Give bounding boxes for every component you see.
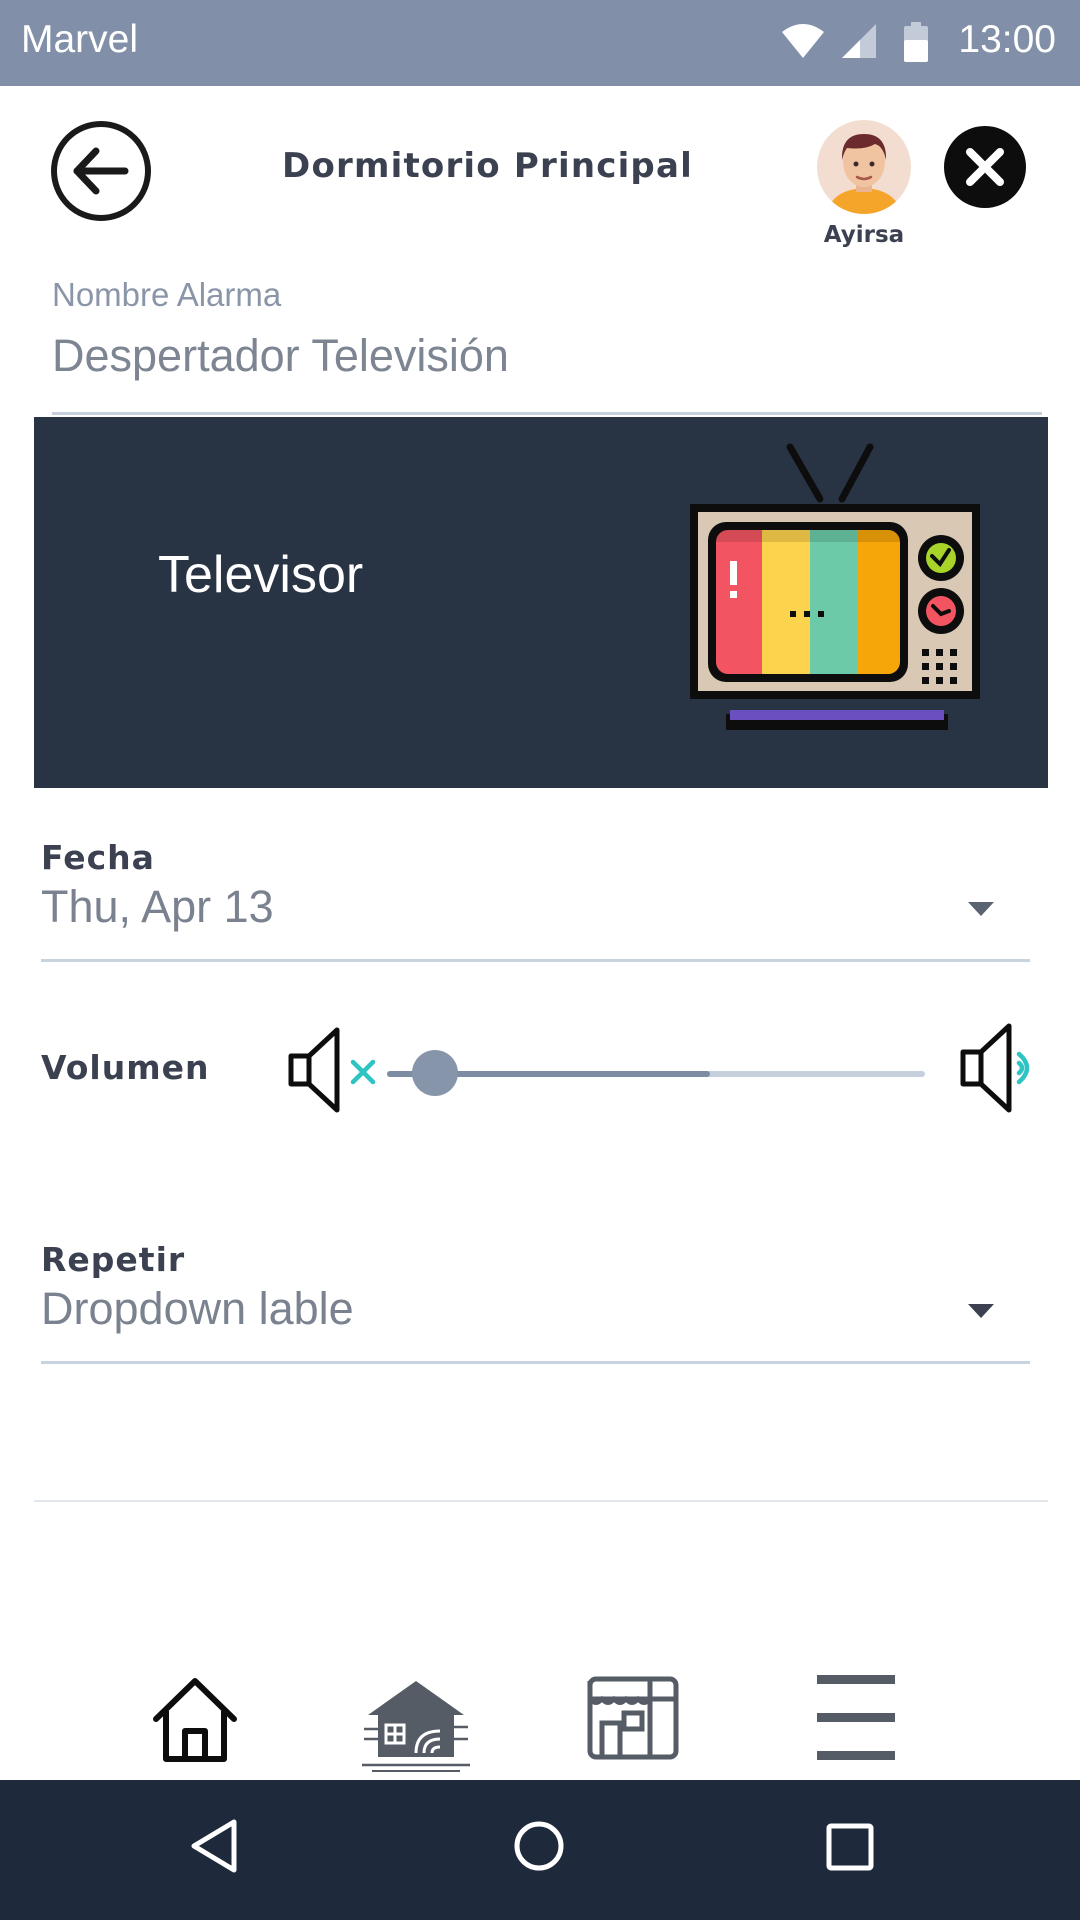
- volume-label: Volumen: [41, 1048, 210, 1087]
- chevron-down-icon[interactable]: [968, 1304, 994, 1318]
- device-card[interactable]: Televisor: [34, 417, 1048, 788]
- user-avatar-icon: [817, 120, 911, 214]
- date-value: Thu, Apr 13: [41, 881, 274, 932]
- date-underline: [41, 959, 1030, 962]
- bottom-nav: [0, 1660, 1080, 1780]
- user-name: Ayirsa: [823, 222, 905, 248]
- store-icon[interactable]: [582, 1675, 682, 1761]
- date-label: Fecha: [41, 838, 155, 877]
- device-name: Televisor: [158, 546, 364, 604]
- alarm-name-label: Nombre Alarma: [52, 276, 282, 313]
- nav-recents-icon[interactable]: [824, 1816, 876, 1876]
- signal-icon: [842, 24, 876, 58]
- smart-home-icon[interactable]: [360, 1675, 472, 1775]
- status-time: 13:00: [958, 18, 1056, 61]
- chevron-down-icon[interactable]: [968, 902, 994, 916]
- alarm-name-underline: [52, 412, 1042, 415]
- repeat-underline: [41, 1361, 1030, 1364]
- home-icon[interactable]: [150, 1675, 240, 1765]
- repeat-label: Repetir: [41, 1240, 186, 1279]
- volume-slider-thumb[interactable]: [412, 1050, 459, 1096]
- volume-up-icon[interactable]: [959, 1020, 1039, 1116]
- system-nav-bar: [0, 1780, 1080, 1920]
- avatar[interactable]: [817, 120, 911, 214]
- header: Dormitorio Principal Ayirsa: [0, 86, 1080, 266]
- divider: [34, 1500, 1048, 1502]
- status-bar: Marvel 13:00: [0, 0, 1080, 86]
- close-icon[interactable]: [944, 126, 1026, 208]
- nav-back-icon[interactable]: [186, 1816, 242, 1876]
- television-icon: [690, 443, 980, 730]
- alarm-name-field[interactable]: Nombre Alarma Despertador Televisión: [52, 276, 1042, 415]
- status-app-name: Marvel: [21, 18, 139, 61]
- repeat-value: Dropdown lable: [41, 1283, 354, 1334]
- repeat-dropdown[interactable]: Repetir Dropdown lable: [41, 1240, 1030, 1364]
- alarm-name-input[interactable]: Despertador Televisión: [52, 330, 1042, 394]
- wifi-icon: [782, 24, 824, 58]
- menu-icon[interactable]: [815, 1675, 897, 1765]
- volume-slider[interactable]: [387, 1050, 925, 1096]
- battery-icon: [904, 22, 928, 62]
- date-dropdown[interactable]: Fecha Thu, Apr 13: [41, 838, 1030, 962]
- volume-mute-icon[interactable]: [285, 1024, 381, 1116]
- nav-home-icon[interactable]: [512, 1816, 566, 1876]
- volume-row: Volumen: [41, 1020, 1041, 1120]
